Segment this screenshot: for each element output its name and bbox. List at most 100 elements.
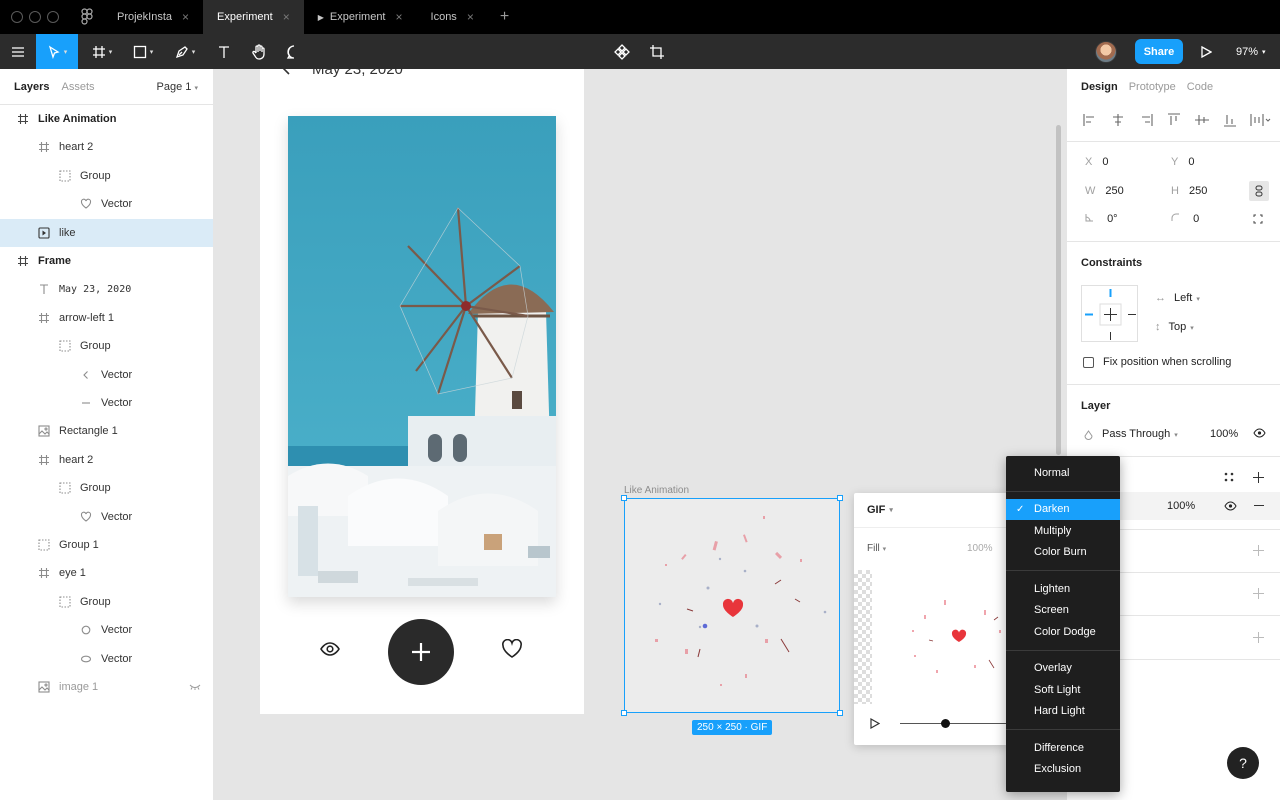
height-field[interactable]: H 250 [1171, 185, 1207, 197]
blend-mode-option[interactable]: Color Dodge [1006, 621, 1120, 642]
layer-item[interactable]: Vector [0, 616, 213, 644]
tab-code[interactable]: Code [1187, 81, 1213, 93]
add-button[interactable] [388, 619, 454, 685]
santorini-photo[interactable] [288, 116, 556, 597]
blend-mode-option[interactable]: Difference [1006, 737, 1120, 758]
blend-mode-option[interactable]: Hard Light [1006, 701, 1120, 722]
layer-item[interactable]: Vector [0, 645, 213, 673]
layer-item[interactable]: Group [0, 332, 213, 360]
present-button[interactable] [1193, 34, 1219, 69]
comment-tool-button[interactable] [280, 34, 308, 69]
tab-assets[interactable]: Assets [61, 81, 94, 93]
frame-tool-button[interactable]: ▾ [84, 34, 120, 69]
layer-item[interactable]: Like Animation [0, 105, 213, 133]
move-tool-button[interactable]: ▾ [36, 34, 78, 69]
main-menu-button[interactable] [0, 34, 35, 69]
fill-percent[interactable]: 100% [967, 543, 993, 554]
style-grid-icon[interactable] [1224, 472, 1234, 482]
resize-handle[interactable] [837, 710, 843, 716]
fill-visibility-eye-icon[interactable] [1224, 501, 1237, 511]
page-selector[interactable]: Page 1 ▾ [157, 81, 198, 93]
align-top-icon[interactable] [1165, 112, 1183, 128]
layer-item[interactable]: Group [0, 162, 213, 190]
add-stroke-button[interactable] [1253, 545, 1264, 556]
tab-experiment-prototype[interactable]: ▶ Experiment × [304, 0, 417, 34]
maximize-window-icon[interactable] [47, 11, 59, 23]
add-export-button[interactable] [1253, 632, 1264, 643]
blend-mode-option[interactable]: Color Burn [1006, 542, 1120, 563]
layer-item[interactable]: Rectangle 1 [0, 417, 213, 445]
horizontal-constraint-dropdown[interactable]: ↔ Left ▾ [1155, 292, 1200, 304]
figma-logo-icon[interactable] [79, 8, 95, 26]
layer-item[interactable]: image 1 [0, 673, 213, 701]
constraints-widget[interactable] [1081, 285, 1138, 342]
canvas-scrollbar[interactable] [1056, 125, 1061, 455]
share-button[interactable]: Share [1135, 39, 1183, 64]
layer-item[interactable]: heart 2 [0, 133, 213, 161]
y-field[interactable]: Y0 [1171, 156, 1194, 168]
layer-item[interactable]: Group [0, 474, 213, 502]
align-left-icon[interactable] [1081, 112, 1099, 128]
blend-mode-option[interactable]: Soft Light [1006, 679, 1120, 700]
close-tab-icon[interactable]: × [182, 10, 189, 24]
playback-track[interactable] [900, 723, 1009, 724]
shape-tool-button[interactable]: ▾ [125, 34, 161, 69]
tab-prototype[interactable]: Prototype [1129, 81, 1176, 93]
add-effect-button[interactable] [1253, 588, 1264, 599]
tab-design[interactable]: Design [1081, 81, 1118, 93]
minimize-window-icon[interactable] [29, 11, 41, 23]
remove-fill-icon[interactable] [1254, 505, 1264, 506]
blend-mode-option[interactable]: Normal [1006, 462, 1120, 483]
close-window-icon[interactable] [11, 11, 23, 23]
layer-item[interactable]: arrow-left 1 [0, 304, 213, 332]
gif-type-dropdown[interactable]: GIF ▾ [854, 493, 1009, 528]
vertical-constraint-dropdown[interactable]: ↕ Top ▾ [1155, 321, 1194, 333]
zoom-dropdown[interactable]: 97% ▾ [1236, 34, 1266, 69]
resize-handle[interactable] [621, 710, 627, 716]
layer-item[interactable]: Vector [0, 190, 213, 218]
distribute-icon[interactable] [1249, 112, 1271, 128]
add-fill-button[interactable] [1253, 472, 1264, 483]
resize-handle[interactable] [621, 495, 627, 501]
constrain-proportions-button[interactable] [1249, 181, 1269, 201]
blend-mode-option[interactable]: ✓ Darken [1006, 498, 1120, 520]
layer-visibility-eye-icon[interactable] [1253, 428, 1266, 438]
fix-position-checkbox[interactable] [1083, 357, 1094, 368]
layer-item[interactable]: Group [0, 588, 213, 616]
align-center-horizontal-icon[interactable] [1109, 112, 1127, 128]
like-animation-gif[interactable] [621, 495, 843, 716]
fill-mode-dropdown[interactable]: Fill ▾ [867, 543, 886, 554]
layer-item[interactable]: like [0, 219, 213, 247]
tab-projekinsta[interactable]: ProjekInsta × [103, 0, 203, 34]
layer-item[interactable]: Vector [0, 361, 213, 389]
layer-item[interactable]: eye 1 [0, 559, 213, 587]
layer-item[interactable]: May 23, 2020 [0, 275, 213, 303]
add-tab-button[interactable]: + [500, 8, 509, 26]
pen-tool-button[interactable]: ▾ [167, 34, 203, 69]
tab-icons[interactable]: Icons × [417, 0, 488, 34]
width-field[interactable]: W 250 [1085, 185, 1124, 197]
independent-corners-icon[interactable] [1253, 214, 1263, 224]
corner-radius-field[interactable]: 0 [1171, 213, 1199, 225]
blend-mode-option[interactable]: Multiply [1006, 520, 1120, 541]
blend-mode-option[interactable]: Exclusion [1006, 759, 1120, 780]
align-center-vertical-icon[interactable] [1193, 112, 1211, 128]
layer-opacity-field[interactable]: 100% [1210, 428, 1238, 440]
blend-mode-option[interactable]: Screen [1006, 600, 1120, 621]
window-controls[interactable] [11, 11, 59, 23]
align-right-icon[interactable] [1137, 112, 1155, 128]
eye-icon[interactable] [320, 641, 340, 657]
x-field[interactable]: X0 [1085, 156, 1108, 168]
resize-handle[interactable] [837, 495, 843, 501]
component-button[interactable] [608, 34, 636, 69]
layer-item[interactable]: Frame [0, 247, 213, 275]
layer-blend-mode-dropdown[interactable]: Pass Through ▾ [1102, 428, 1178, 440]
tab-experiment[interactable]: Experiment × [203, 0, 304, 34]
rotation-field[interactable]: 0° [1085, 213, 1118, 225]
fill-opacity-field[interactable]: 100% [1167, 500, 1195, 512]
blend-mode-option[interactable]: Overlay [1006, 658, 1120, 679]
layer-item[interactable]: heart 2 [0, 446, 213, 474]
user-avatar[interactable] [1095, 41, 1117, 63]
text-tool-button[interactable] [210, 34, 238, 69]
layer-item[interactable]: Vector [0, 389, 213, 417]
